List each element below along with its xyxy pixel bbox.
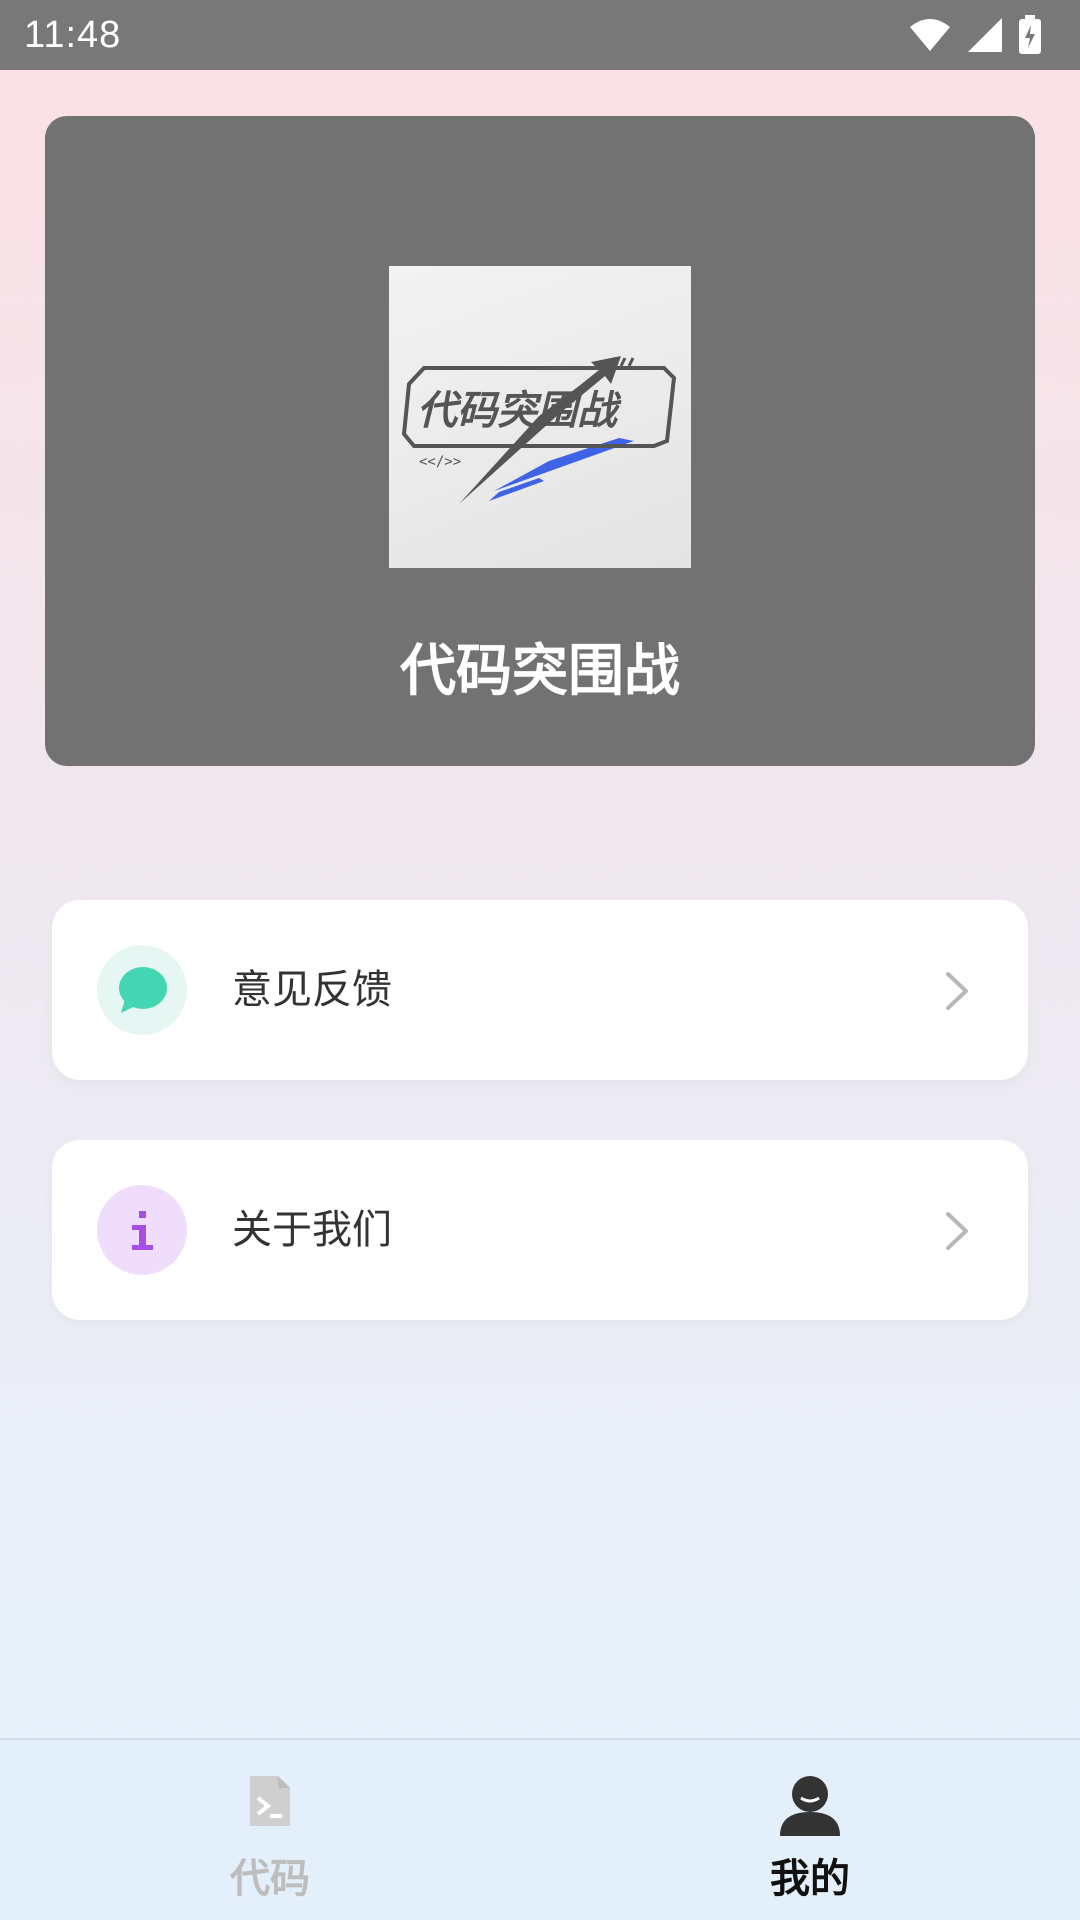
code-file-icon	[250, 1776, 290, 1826]
feedback-icon-circle	[97, 945, 187, 1035]
bottom-tab-bar: 代码 我的	[0, 1738, 1080, 1920]
app-logo-graphic: 代码突围战 <</>>	[401, 356, 677, 504]
tab-mine[interactable]: 我的	[540, 1740, 1080, 1920]
tab-code[interactable]: 代码	[0, 1740, 540, 1920]
signal-icon	[968, 18, 1002, 52]
menu-item-label: 意见反馈	[232, 967, 392, 1013]
chevron-right-icon	[946, 1212, 968, 1250]
person-icon	[780, 1776, 840, 1836]
status-icons	[908, 15, 1042, 55]
tab-label: 我的	[770, 1856, 850, 1902]
chat-bubble-icon	[119, 967, 167, 1013]
wifi-icon	[910, 19, 950, 51]
status-bar: 11:48	[0, 0, 1080, 70]
svg-text:<</>>: <</>>	[419, 454, 461, 470]
about-icon-circle	[97, 1185, 187, 1275]
info-icon	[132, 1211, 153, 1250]
app-header-card: 代码突围战 <</>> 代码突围战	[45, 116, 1035, 766]
battery-icon	[1019, 15, 1041, 54]
menu-item-about[interactable]: 关于我们	[52, 1140, 1028, 1320]
tab-label: 代码	[230, 1856, 310, 1902]
menu-item-feedback[interactable]: 意见反馈	[52, 900, 1028, 1080]
menu-item-label: 关于我们	[232, 1207, 392, 1253]
app-name: 代码突围战	[400, 639, 680, 704]
app-logo: 代码突围战 <</>>	[389, 266, 691, 568]
chevron-right-icon	[946, 972, 968, 1010]
status-time: 11:48	[24, 13, 122, 56]
app-logo-text: 代码突围战	[417, 388, 622, 434]
